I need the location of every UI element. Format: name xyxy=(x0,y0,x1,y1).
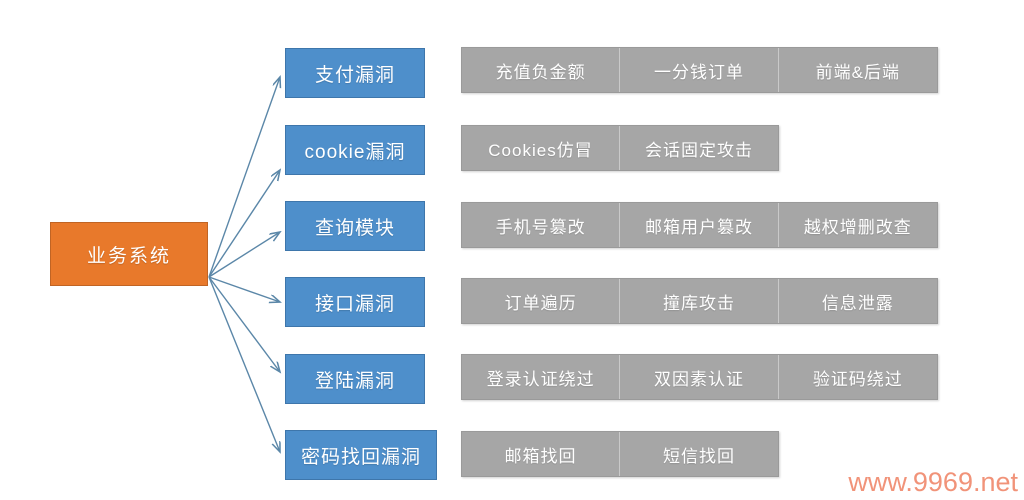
detail-row-query: 手机号篡改 邮箱用户篡改 越权增删改查 xyxy=(461,202,938,248)
category-node-interface[interactable]: 接口漏洞 xyxy=(285,277,425,327)
category-node-login[interactable]: 登陆漏洞 xyxy=(285,354,425,404)
category-node-password-recovery[interactable]: 密码找回漏洞 xyxy=(285,430,437,480)
watermark-text: www.9969.net xyxy=(848,467,1018,497)
diagram-canvas: 业务系统 支付漏洞 cookie漏洞 查询模块 接口漏洞 登陆漏洞 密码找回漏洞… xyxy=(0,0,1024,500)
connector-arrow-6 xyxy=(208,276,280,452)
connector-arrow-1 xyxy=(208,77,280,278)
detail-cell[interactable]: 邮箱找回 xyxy=(462,432,620,476)
detail-cell[interactable]: 手机号篡改 xyxy=(462,203,621,247)
category-node-label: 登陆漏洞 xyxy=(314,370,395,392)
category-node-label: cookie漏洞 xyxy=(304,141,406,163)
category-node-query[interactable]: 查询模块 xyxy=(285,201,425,251)
detail-row-payment: 充值负金额 一分钱订单 前端&后端 xyxy=(461,47,938,93)
detail-row-interface: 订单遍历 撞库攻击 信息泄露 xyxy=(461,278,938,324)
detail-cell[interactable]: 双因素认证 xyxy=(620,355,779,399)
category-node-label: 支付漏洞 xyxy=(314,64,395,86)
detail-cell[interactable]: 信息泄露 xyxy=(779,279,937,323)
category-node-label: 接口漏洞 xyxy=(314,293,395,315)
category-node-payment[interactable]: 支付漏洞 xyxy=(285,48,425,98)
detail-row-cookie: Cookies仿冒 会话固定攻击 xyxy=(461,125,779,171)
detail-cell[interactable]: 越权增删改查 xyxy=(779,203,937,247)
detail-cell[interactable]: 撞库攻击 xyxy=(620,279,779,323)
detail-cell[interactable]: 登录认证绕过 xyxy=(462,355,621,399)
detail-cell[interactable]: 会话固定攻击 xyxy=(620,126,778,170)
connector-arrow-3 xyxy=(208,232,280,278)
connector-arrow-5 xyxy=(208,276,280,372)
detail-row-login: 登录认证绕过 双因素认证 验证码绕过 xyxy=(461,354,938,400)
root-node-label: 业务系统 xyxy=(86,245,171,267)
category-node-label: 查询模块 xyxy=(314,217,395,239)
detail-cell[interactable]: 邮箱用户篡改 xyxy=(620,203,779,247)
detail-cell[interactable]: Cookies仿冒 xyxy=(462,126,620,170)
connector-arrow-2 xyxy=(208,170,280,278)
detail-row-password-recovery: 邮箱找回 短信找回 xyxy=(461,431,779,477)
detail-cell[interactable]: 订单遍历 xyxy=(462,279,621,323)
detail-cell[interactable]: 验证码绕过 xyxy=(779,355,937,399)
detail-cell[interactable]: 前端&后端 xyxy=(779,48,937,92)
detail-cell[interactable]: 充值负金额 xyxy=(462,48,621,92)
detail-cell[interactable]: 一分钱订单 xyxy=(620,48,779,92)
connector-arrow-4 xyxy=(208,276,280,302)
category-node-cookie[interactable]: cookie漏洞 xyxy=(285,125,425,175)
root-node-business-system[interactable]: 业务系统 xyxy=(50,222,208,286)
detail-cell[interactable]: 短信找回 xyxy=(620,432,778,476)
category-node-label: 密码找回漏洞 xyxy=(300,446,421,468)
